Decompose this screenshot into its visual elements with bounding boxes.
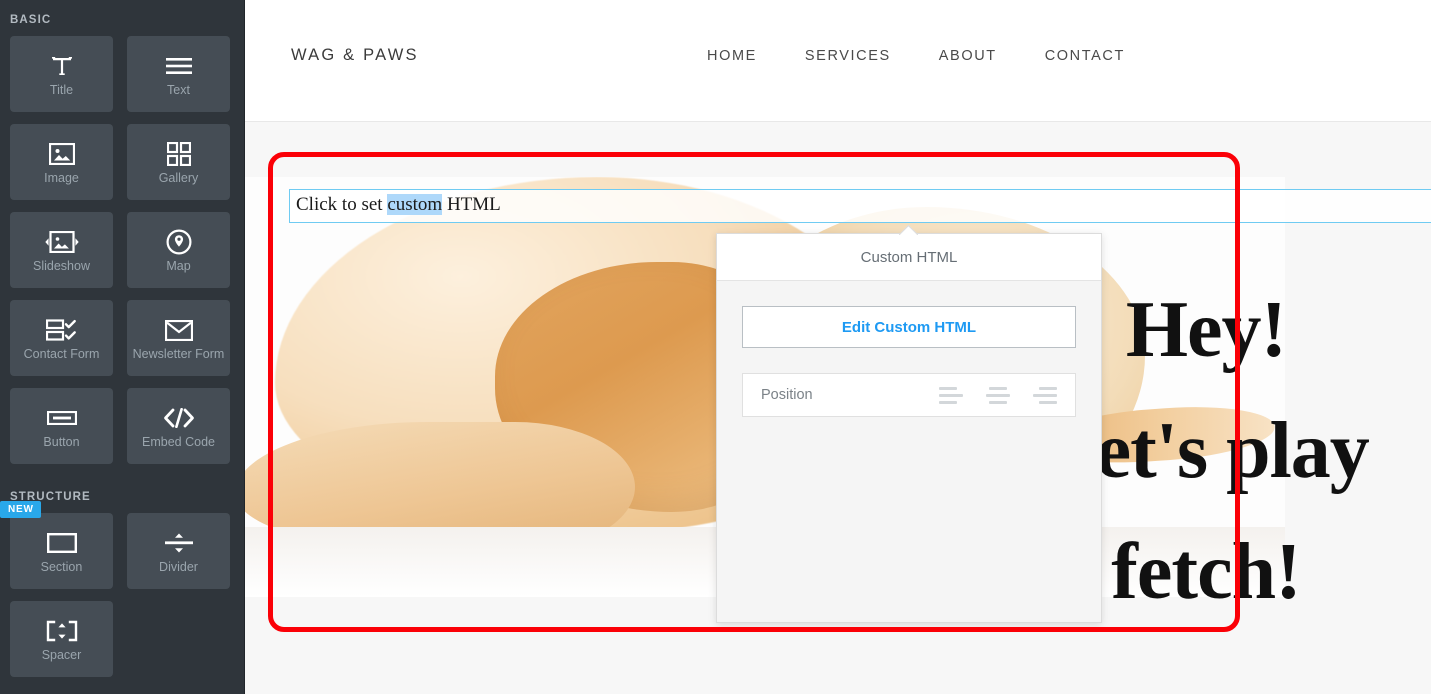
palette-item-label: Newsletter Form	[132, 347, 225, 361]
text-lines-icon	[165, 51, 192, 81]
gallery-grid-icon	[166, 139, 191, 169]
rectangle-icon	[46, 528, 77, 558]
site-header: WAG & PAWS HOME SERVICES ABOUT CONTACT	[245, 0, 1431, 122]
spacer-icon	[46, 616, 78, 646]
palette-item-label: Embed Code	[142, 435, 215, 449]
align-left-icon[interactable]	[939, 385, 965, 405]
palette-item-section[interactable]: NEW Section	[0, 501, 113, 589]
popup-body: Edit Custom HTML Position	[717, 281, 1101, 417]
popup-arrow-icon	[899, 225, 918, 235]
palette-item-image[interactable]: Image	[10, 124, 113, 200]
palette-item-spacer[interactable]: Spacer	[10, 601, 113, 677]
button-icon	[46, 403, 77, 433]
palette-row: Button Embed Code	[0, 388, 244, 464]
image-icon	[48, 139, 75, 169]
palette-item-newsletter-form[interactable]: Newsletter Form	[127, 300, 230, 376]
palette-item-label: Map	[166, 259, 191, 273]
palette-item-text[interactable]: Text	[127, 36, 230, 112]
popup-header: Custom HTML	[717, 234, 1101, 281]
code-brackets-icon	[163, 403, 195, 433]
palette-item-slideshow[interactable]: Slideshow	[10, 212, 113, 288]
custom-html-text-after: HTML	[442, 194, 501, 215]
palette-section-label-basic: BASIC	[10, 14, 52, 26]
palette-item-label: Contact Form	[23, 347, 100, 361]
map-pin-icon	[166, 227, 192, 257]
palette-grid-basic: Title Text Image Gallery Slideshow Map C…	[0, 36, 244, 476]
palette-item-button[interactable]: Button	[10, 388, 113, 464]
hero-section[interactable]: Hey! Let's play fetch! Click to set cust…	[245, 122, 1431, 694]
nav-item-home[interactable]: HOME	[707, 48, 757, 64]
palette-item-divider[interactable]: Divider	[127, 513, 230, 589]
title-icon	[50, 51, 74, 81]
slideshow-icon	[44, 227, 79, 257]
custom-html-element-box[interactable]: Click to set custom HTML	[289, 189, 1431, 223]
palette-item-contact-form[interactable]: Contact Form	[10, 300, 113, 376]
align-right-icon[interactable]	[1031, 385, 1057, 405]
new-badge: NEW	[0, 501, 41, 518]
palette-item-label: Image	[44, 171, 79, 185]
site-nav: HOME SERVICES ABOUT CONTACT	[707, 48, 1125, 64]
palette-item-gallery[interactable]: Gallery	[127, 124, 230, 200]
nav-item-about[interactable]: ABOUT	[939, 48, 997, 64]
app-root: BASIC Title Text Image Gallery Slideshow…	[0, 0, 1431, 694]
align-center-icon[interactable]	[985, 385, 1011, 405]
custom-html-text-selected: custom	[387, 194, 443, 215]
palette-item-label: Section	[40, 560, 83, 574]
palette-row: Contact Form Newsletter Form	[0, 300, 244, 376]
site-logo[interactable]: WAG & PAWS	[291, 46, 419, 65]
position-setting-row: Position	[742, 373, 1076, 417]
palette-row: Slideshow Map	[0, 212, 244, 288]
palette-item-label: Slideshow	[33, 259, 90, 273]
palette-row: NEW Section Divider	[0, 501, 244, 589]
palette-row: Image Gallery	[0, 124, 244, 200]
website-canvas[interactable]: WAG & PAWS HOME SERVICES ABOUT CONTACT H…	[245, 0, 1431, 694]
palette-item-label: Spacer	[41, 648, 82, 662]
palette-grid-structure: NEW Section Divider Spacer	[0, 501, 244, 689]
custom-html-placeholder-text: Click to set custom HTML	[296, 194, 501, 216]
palette-item-title[interactable]: Title	[10, 36, 113, 112]
palette-item-label: Text	[167, 83, 190, 97]
palette-item-map[interactable]: Map	[127, 212, 230, 288]
position-label: Position	[761, 387, 813, 403]
palette-row: Spacer	[0, 601, 244, 677]
envelope-icon	[164, 315, 193, 345]
palette-item-label: Gallery	[158, 171, 199, 185]
palette-item-label: Divider	[159, 560, 198, 574]
contact-form-icon	[45, 315, 78, 345]
custom-html-text-before: Click to set	[296, 194, 388, 215]
palette-item-label: Title	[49, 83, 74, 97]
nav-item-contact[interactable]: CONTACT	[1045, 48, 1125, 64]
element-palette-sidebar[interactable]: BASIC Title Text Image Gallery Slideshow…	[0, 0, 245, 694]
alignment-options	[939, 385, 1061, 405]
palette-item-embed-code[interactable]: Embed Code	[127, 388, 230, 464]
edit-custom-html-button[interactable]: Edit Custom HTML	[742, 306, 1076, 348]
popup-title: Custom HTML	[860, 248, 958, 266]
custom-html-settings-popup[interactable]: Custom HTML Edit Custom HTML Position	[716, 233, 1102, 623]
nav-item-services[interactable]: SERVICES	[805, 48, 891, 64]
palette-row: Title Text	[0, 36, 244, 112]
palette-item-label: Button	[43, 435, 80, 449]
divider-icon	[164, 528, 193, 558]
